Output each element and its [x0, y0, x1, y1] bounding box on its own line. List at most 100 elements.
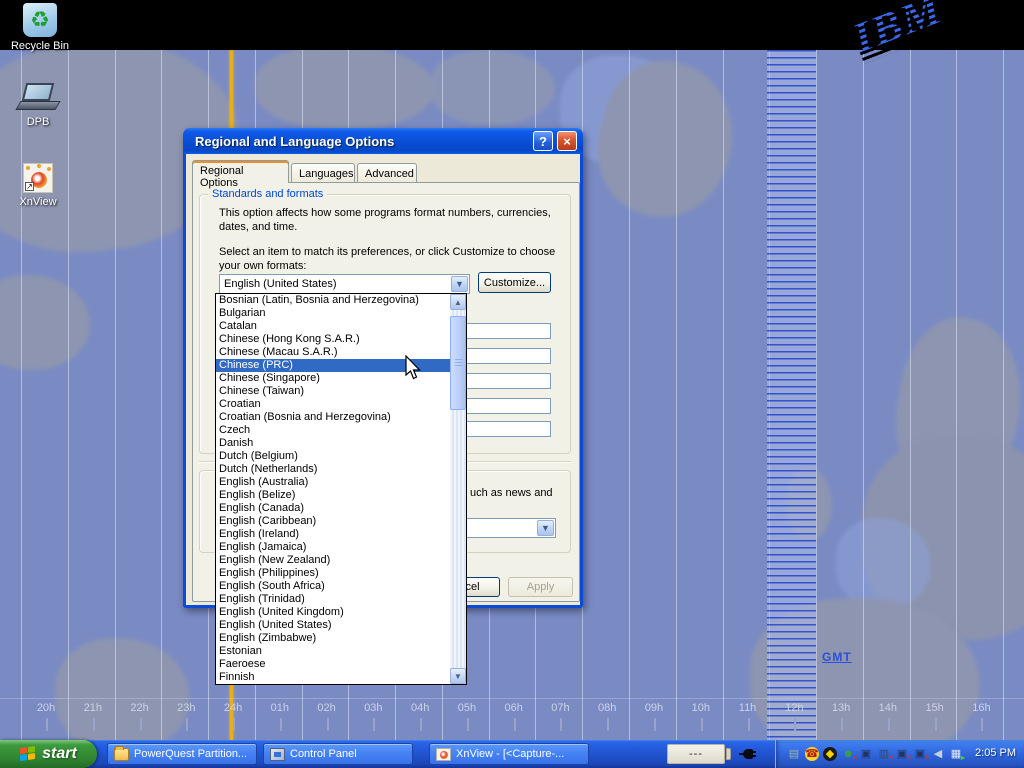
network-computers-icon[interactable]: ▣ — [859, 747, 873, 761]
timezone-label: 07h — [543, 702, 577, 714]
language-option[interactable]: English (New Zealand) — [216, 554, 450, 567]
desktop-icon-xnview[interactable]: ↗ XnView — [0, 163, 76, 208]
desktop-icon-dpb[interactable]: DPB — [0, 83, 76, 128]
task-button-label: XnView - [<Capture-... — [456, 748, 564, 760]
update-reminder-icon[interactable]: ◆ — [823, 747, 837, 761]
language-option[interactable]: Catalan — [216, 320, 450, 333]
volume-icon[interactable]: ◀ — [931, 747, 945, 761]
standards-instruction: Select an item to match its preferences,… — [219, 245, 567, 273]
language-option[interactable]: English (Zimbabwe) — [216, 632, 450, 645]
close-button[interactable]: × — [557, 131, 577, 151]
taskbar-button-control-panel[interactable]: Control Panel — [263, 743, 413, 765]
language-option[interactable]: Finnish — [216, 671, 450, 684]
xnview-icon — [436, 748, 451, 761]
timezone-label: 14h — [871, 702, 905, 714]
format-combo-value: English (United States) — [220, 278, 450, 290]
timezone-label: 21h — [76, 702, 110, 714]
language-option[interactable]: English (Belize) — [216, 489, 450, 502]
language-option[interactable]: English (Philippines) — [216, 567, 450, 580]
timezone-label: 22h — [123, 702, 157, 714]
shortcut-arrow-badge: ↗ — [25, 182, 34, 191]
language-option[interactable]: English (United Kingdom) — [216, 606, 450, 619]
timezone-label: 15h — [918, 702, 952, 714]
timezone-tick — [514, 718, 516, 731]
icon-label: XnView — [0, 196, 76, 208]
timezone-tick — [888, 718, 890, 731]
language-option[interactable]: Chinese (Hong Kong S.A.R.) — [216, 333, 450, 346]
language-option[interactable]: English (South Africa) — [216, 580, 450, 593]
taskbar-clock[interactable]: 2:05 PM — [975, 747, 1016, 759]
desktop-icon-recycle-bin[interactable]: ♻ Recycle Bin — [2, 3, 78, 52]
language-option[interactable]: English (Trinidad) — [216, 593, 450, 606]
deskband-handle[interactable] — [726, 748, 731, 760]
language-option[interactable]: Croatian (Bosnia and Herzegovina) — [216, 411, 450, 424]
timezone-tick — [748, 718, 750, 731]
customize-button[interactable]: Customize... — [478, 272, 551, 293]
timezone-tick — [935, 718, 937, 731]
language-option[interactable]: English (United States) — [216, 619, 450, 632]
language-option[interactable]: Chinese (Taiwan) — [216, 385, 450, 398]
timezone-scale: 20h21h22h23h24h01h02h03h04h05h06h07h08h0… — [0, 690, 1024, 740]
taskbar-button-powerquest[interactable]: PowerQuest Partition... — [107, 743, 257, 765]
xnview-icon: ↗ — [23, 163, 53, 193]
tab-languages[interactable]: Languages — [291, 163, 355, 183]
language-option[interactable]: Dutch (Netherlands) — [216, 463, 450, 476]
timezone-gridline — [115, 50, 116, 740]
timezone-tick — [186, 718, 188, 731]
language-option[interactable]: Estonian — [216, 645, 450, 658]
help-button[interactable]: ? — [533, 131, 553, 151]
language-option[interactable]: English (Canada) — [216, 502, 450, 515]
folder-icon — [114, 748, 129, 761]
start-button[interactable]: start — [0, 740, 97, 768]
phone-tools-icon[interactable]: ☎ — [805, 747, 819, 761]
timezone-tick — [327, 718, 329, 731]
language-option[interactable]: English (Caribbean) — [216, 515, 450, 528]
shallow-water-europe — [836, 518, 931, 610]
timezone-tick — [467, 718, 469, 731]
timezone-tick — [701, 718, 703, 731]
language-option[interactable]: English (Jamaica) — [216, 541, 450, 554]
timezone-label: 04h — [403, 702, 437, 714]
timezone-tick — [794, 718, 796, 731]
tab-advanced[interactable]: Advanced — [357, 163, 417, 183]
scroll-up-button[interactable]: ▲ — [450, 294, 466, 310]
scroll-down-button[interactable]: ▼ — [450, 668, 466, 684]
taskbar-button-xnview[interactable]: XnView - [<Capture-... — [429, 743, 589, 765]
card-reader-icon[interactable]: ▤ — [787, 747, 801, 761]
language-option[interactable]: Danish — [216, 437, 450, 450]
scrollbar-thumb[interactable] — [450, 316, 466, 410]
display-settings-icon[interactable]: ▦▸ — [949, 747, 963, 761]
language-option[interactable]: Faeroese — [216, 658, 450, 671]
language-option[interactable]: Dutch (Belgium) — [216, 450, 450, 463]
timezone-label: 20h — [29, 702, 63, 714]
deskband-box[interactable]: --- — [667, 744, 725, 764]
format-combo[interactable]: English (United States) ▼ — [219, 274, 470, 294]
audio-disabled-icon[interactable]: ▣× — [913, 747, 927, 761]
language-list-items: Bosnian (Latin, Bosnia and Herzegovina)B… — [216, 294, 450, 684]
tab-regional-options[interactable]: Regional Options — [192, 160, 289, 183]
timezone-gridline — [956, 50, 957, 740]
chevron-down-icon[interactable]: ▼ — [537, 520, 554, 536]
language-option[interactable]: English (Ireland) — [216, 528, 450, 541]
network-disabled-icon[interactable]: ▣× — [895, 747, 909, 761]
language-option[interactable]: English (Australia) — [216, 476, 450, 489]
language-option[interactable]: Croatian — [216, 398, 450, 411]
laptop-icon — [18, 83, 58, 113]
chevron-down-icon[interactable]: ▼ — [451, 276, 468, 292]
list-scrollbar[interactable]: ▲ ▼ — [450, 294, 466, 684]
timezone-tick — [981, 718, 983, 731]
continent-alaska — [0, 275, 90, 370]
timezone-label: 06h — [497, 702, 531, 714]
performance-chart-icon[interactable]: ▥× — [877, 747, 891, 761]
standards-description: This option affects how some programs fo… — [219, 206, 561, 234]
language-option[interactable]: Bosnian (Latin, Bosnia and Herzegovina) — [216, 294, 450, 307]
timezone-label: 12h — [777, 702, 811, 714]
timezone-tick — [46, 718, 48, 731]
language-option[interactable]: Czech — [216, 424, 450, 437]
offline-users-icon[interactable]: ☻× — [841, 747, 855, 761]
timezone-tick — [654, 718, 656, 731]
timezone-tick — [607, 718, 609, 731]
icon-label: DPB — [0, 116, 76, 128]
dialog-titlebar[interactable]: Regional and Language Options ? × — [183, 128, 583, 154]
language-option[interactable]: Bulgarian — [216, 307, 450, 320]
